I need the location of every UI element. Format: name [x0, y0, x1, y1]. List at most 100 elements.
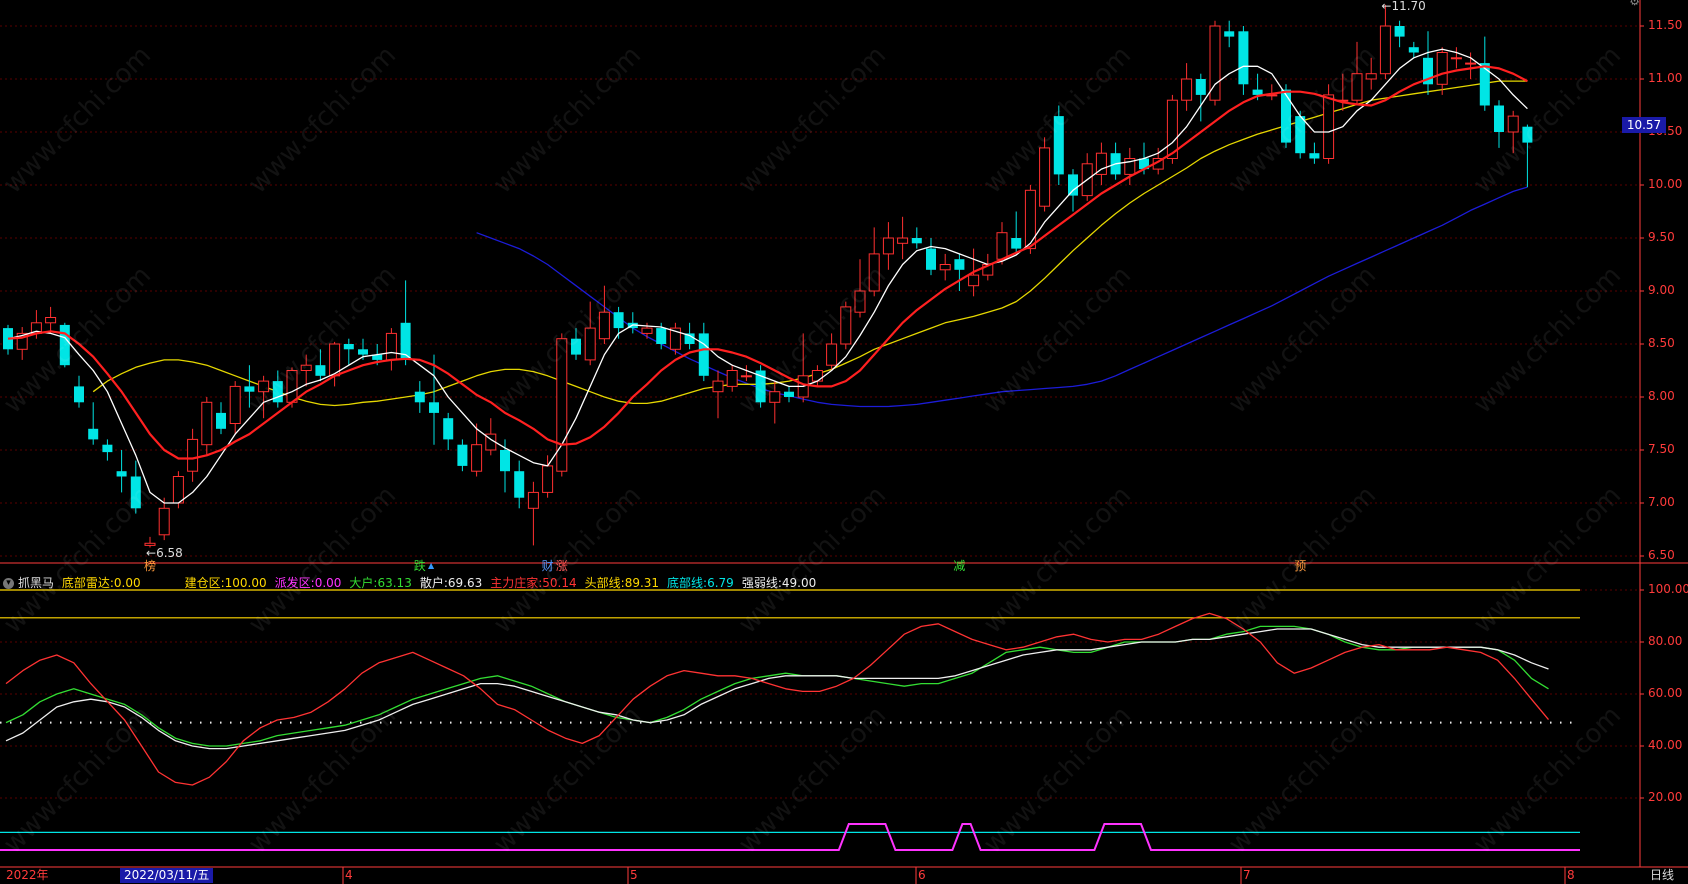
candle-body-down	[244, 386, 255, 392]
month-tick-label: 5	[630, 868, 638, 882]
indicator-line-主力庄家	[5, 612, 1549, 786]
price-tick-label: 8.00	[1648, 389, 1675, 403]
candle-body-up	[854, 290, 866, 313]
indicator-line-散户	[5, 628, 1549, 750]
candle-body-down	[1522, 126, 1533, 143]
event-marker[interactable]: 预	[1294, 559, 1306, 573]
candle-body-down	[102, 444, 113, 453]
indicator-tick-label: 100.00	[1648, 582, 1688, 596]
indicator-tick-label: 60.00	[1648, 686, 1683, 700]
candle-body-down	[1295, 116, 1306, 154]
candle-body-down	[1394, 26, 1405, 37]
legend-value: 0.00	[314, 576, 342, 590]
grid-layer	[0, 0, 1688, 884]
indicator-legend-item: 底部线:6.79	[667, 576, 738, 590]
event-marker[interactable]: 减	[953, 559, 965, 573]
candle-body-down	[1494, 105, 1504, 132]
ma60-line-layer	[476, 186, 1528, 408]
date-axis[interactable]: 2022年 2022/03/11/五 4 5 6 7 8 日线	[0, 867, 1688, 884]
candle-body-up	[897, 237, 909, 244]
candle-body-down	[1408, 47, 1419, 53]
candle-body-up	[1323, 94, 1335, 159]
period-tab-daily[interactable]: 日线	[1636, 867, 1688, 884]
candle-body-down	[1238, 31, 1249, 85]
candle-body-down	[343, 344, 354, 350]
legend-value: 0.00	[113, 576, 141, 590]
event-marker[interactable]: ▲	[428, 559, 434, 573]
candle-body-down	[1252, 89, 1263, 95]
legend-label: 底部雷达:	[61, 576, 114, 590]
candle-body-up	[556, 338, 568, 472]
candle-body-up	[286, 370, 298, 403]
month-tick-label: 8	[1567, 868, 1575, 882]
candle-body-up	[1379, 25, 1391, 75]
price-tick-label: 10.00	[1648, 177, 1683, 191]
legend-value: 69.63	[447, 576, 483, 590]
candle-body-down	[116, 471, 127, 477]
event-marker[interactable]: 涨	[556, 559, 568, 573]
date-cursor-label: 2022/03/11/五	[120, 868, 214, 883]
event-marker[interactable]: 榜	[144, 559, 156, 573]
event-marker[interactable]: 跌	[414, 559, 426, 573]
indicator-legend-item: 大户:63.13	[349, 576, 415, 590]
candle-body-up	[229, 385, 241, 424]
chart-canvas[interactable]	[0, 0, 1688, 884]
candle-body-down	[414, 391, 425, 403]
indicator-layer	[0, 589, 1580, 851]
price-tick-label: 6.50	[1648, 548, 1675, 562]
legend-value: 49.00	[781, 576, 817, 590]
candle-body-down	[784, 391, 794, 397]
indicator-tick-label: 20.00	[1648, 790, 1683, 804]
candle-body-down	[74, 386, 84, 403]
candle-body-down	[656, 328, 667, 344]
step-line-派发区	[0, 823, 1580, 851]
current-price-tag: 10.57	[1622, 116, 1666, 133]
candle-body-up	[471, 444, 483, 472]
candle-body-up	[542, 465, 554, 493]
month-tick-label: 7	[1243, 868, 1251, 882]
candle-body-down	[315, 365, 326, 376]
candle-body-up	[1024, 189, 1036, 250]
candle-body-up	[201, 401, 213, 446]
candle-body-up	[996, 232, 1008, 260]
legend-value: 50.14	[542, 576, 577, 590]
candle-body-down	[88, 428, 99, 440]
indicator-legend-item: 建仓区:100.00	[185, 576, 271, 590]
arrow-left-icon: ←	[1381, 0, 1392, 13]
candle-body-down	[1309, 153, 1320, 159]
indicator-name[interactable]: 抓黑马	[18, 576, 54, 590]
collapse-icon[interactable]: ▾	[3, 578, 14, 589]
candle-body-down	[1224, 31, 1235, 37]
legend-label: 主力庄家:	[490, 576, 543, 590]
candle-body-down	[130, 476, 141, 509]
candle-body-up	[598, 311, 610, 340]
price-tick-label: 9.00	[1648, 283, 1675, 297]
candle-body-down	[1479, 63, 1490, 106]
candle-body-down	[216, 412, 226, 429]
candle-body-up	[826, 343, 838, 366]
candle-body-up	[187, 438, 199, 472]
candle-body-down	[514, 471, 525, 498]
candle-body-up	[1436, 52, 1448, 85]
high-price-label: ←11.70	[1381, 0, 1425, 13]
candle-body-down	[1195, 79, 1206, 95]
candle-body-down	[1281, 89, 1291, 143]
candle-body-down	[443, 418, 454, 440]
event-marker[interactable]: 财	[542, 559, 554, 573]
legend-label: 底部线:	[667, 576, 708, 590]
candle-body-down	[59, 324, 70, 366]
ma60-line	[476, 186, 1528, 408]
price-tick-label: 11.50	[1648, 18, 1683, 32]
candle-body-up	[300, 364, 312, 372]
candle-body-up	[158, 507, 170, 536]
candle-body-down	[926, 248, 936, 270]
candle-body-up	[1450, 57, 1462, 60]
legend-value: 6.79	[707, 576, 734, 590]
candle-body-up	[258, 380, 270, 393]
arrow-left-icon: ←	[146, 545, 157, 560]
legend-label: 头部线:	[584, 576, 625, 590]
candle-body-down	[358, 349, 368, 355]
price-tick-label: 7.00	[1648, 495, 1675, 509]
month-tick-label: 6	[918, 868, 926, 882]
indicator-legend-item: 主力庄家:50.14	[490, 576, 580, 590]
